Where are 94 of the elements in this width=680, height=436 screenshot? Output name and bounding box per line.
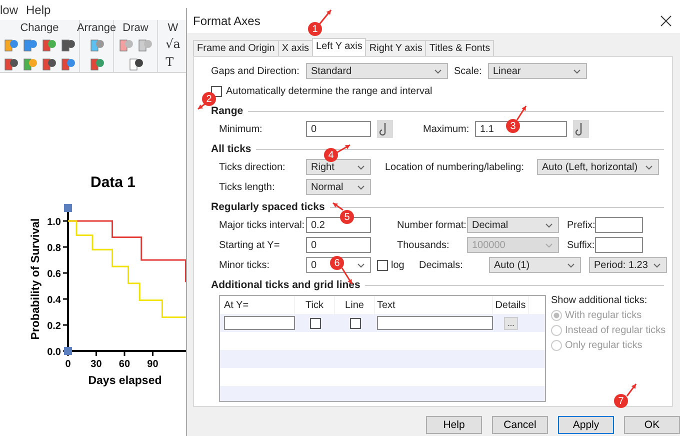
input-field[interactable]: 0 [306,237,371,253]
pointer-arrow [516,106,527,120]
y-tick-label: 0.8 [47,243,61,254]
checkbox[interactable] [310,318,320,328]
handle-icon[interactable] [64,204,72,212]
dialog-title: Format Axes [193,14,260,28]
y-tick-label: 1.0 [47,217,61,228]
tab[interactable]: Left Y axis [312,38,366,56]
x-tick-label: 90 [147,359,158,370]
section-title: Additional ticks and grid lines [211,279,360,291]
caret-icon [357,184,365,190]
field-label: Ticks length: [218,182,276,192]
options-label: Show additional ticks: [551,295,648,306]
radio-label: Only regular ticks [565,340,642,351]
menu-item[interactable]: Help [26,3,51,17]
field-label: Number format: [397,220,467,230]
section-title: Range [211,105,244,117]
y-axis-label: Probability of Survival [30,218,42,340]
field-label: Maximum: [423,124,470,134]
field-label: Minimum: [218,124,264,134]
dropdown[interactable]: Normal [306,179,371,195]
field-label: Prefix: [567,220,595,230]
dropdown[interactable]: Auto (1) [489,257,581,273]
caret-icon [545,222,553,228]
field-label: Major ticks interval: [218,220,306,230]
hook-icon[interactable] [573,120,589,138]
input-field[interactable] [595,217,643,233]
y-tick-label: 0.4 [47,295,61,306]
dialog-button[interactable]: Cancel [492,416,548,434]
dropdown[interactable]: Right [306,159,371,175]
field-label: Thousands: [397,240,450,250]
tab[interactable]: Right Y axis [365,40,426,56]
dialog-button[interactable]: Apply [558,416,614,434]
ribbon-group-label: Change [20,22,59,34]
field-label: Gaps and Direction: [210,66,300,76]
input-field[interactable] [595,237,643,253]
ribbon-group-label: W [168,22,178,34]
y-tick-label: 0.6 [47,269,61,280]
y-tick-label: 0.0 [47,347,61,358]
checkbox-label: Automatically determine the range and interval [226,86,432,96]
hook-icon[interactable] [377,120,393,138]
details-button[interactable]: ... [504,316,518,330]
dropdown[interactable]: Linear [488,63,587,79]
field-label: Minor ticks: [218,260,271,270]
caret-icon [653,262,661,268]
x-tick-label: 0 [65,359,71,370]
caret-icon [545,242,553,248]
pointer-arrow [336,144,350,154]
field-label: Location of numbering/labeling: [385,162,525,172]
close-icon[interactable] [660,14,672,26]
x-axis-label: Days elapsed [88,375,162,387]
pointer-arrow [317,10,332,26]
checkbox[interactable] [377,260,388,270]
checkbox[interactable] [350,318,360,328]
caret-icon [573,68,581,74]
tab[interactable]: Frame and Origin [193,40,279,56]
field-label: Ticks direction: [218,162,286,172]
y-tick-label: 0.2 [47,321,61,332]
field-label: Suffix: [567,240,595,250]
ribbon-tool-icon[interactable]: √a [166,37,180,52]
ribbon-group-label: Arrange [76,22,116,34]
caret-icon [567,262,575,268]
field-label: Scale: [454,66,483,76]
dropdown[interactable]: Period: 1.23 [589,257,667,273]
checkbox-label: log [391,260,406,270]
input-field[interactable] [377,316,493,330]
dropdown[interactable]: Standard [306,63,448,79]
caret-icon [357,262,365,268]
section-title: All ticks [211,143,252,155]
field-label: Starting at Y= [218,240,281,250]
handle-icon[interactable] [64,347,72,355]
x-tick-label: 60 [118,359,130,370]
ribbon-tool-icon[interactable]: T [166,55,180,70]
dialog-button[interactable]: OK [624,416,680,434]
pointer-arrow [332,202,344,211]
chart-title: Data 1 [90,174,136,191]
menu-item[interactable]: low [0,3,18,17]
radio-label: Instead of regular ticks [565,325,666,336]
caret-icon [645,164,653,170]
x-tick-label: 30 [90,359,102,370]
input-field[interactable] [224,316,295,330]
checkbox[interactable] [211,86,222,96]
pointer-arrow [626,384,637,396]
field-label: Decimals: [419,260,464,270]
radio-label: With regular ticks [565,310,642,321]
section-title: Regularly spaced ticks [211,201,325,213]
dropdown[interactable]: Decimal [467,217,559,233]
dropdown[interactable]: Auto (Left, horizontal) [537,159,659,175]
caret-icon [357,164,365,170]
dialog-button[interactable]: Help [426,416,482,434]
ribbon-group-label: Draw [122,22,148,34]
tab[interactable]: Titles & Fonts [425,40,494,56]
input-field[interactable]: 0 [306,121,371,137]
caret-icon [434,68,442,74]
